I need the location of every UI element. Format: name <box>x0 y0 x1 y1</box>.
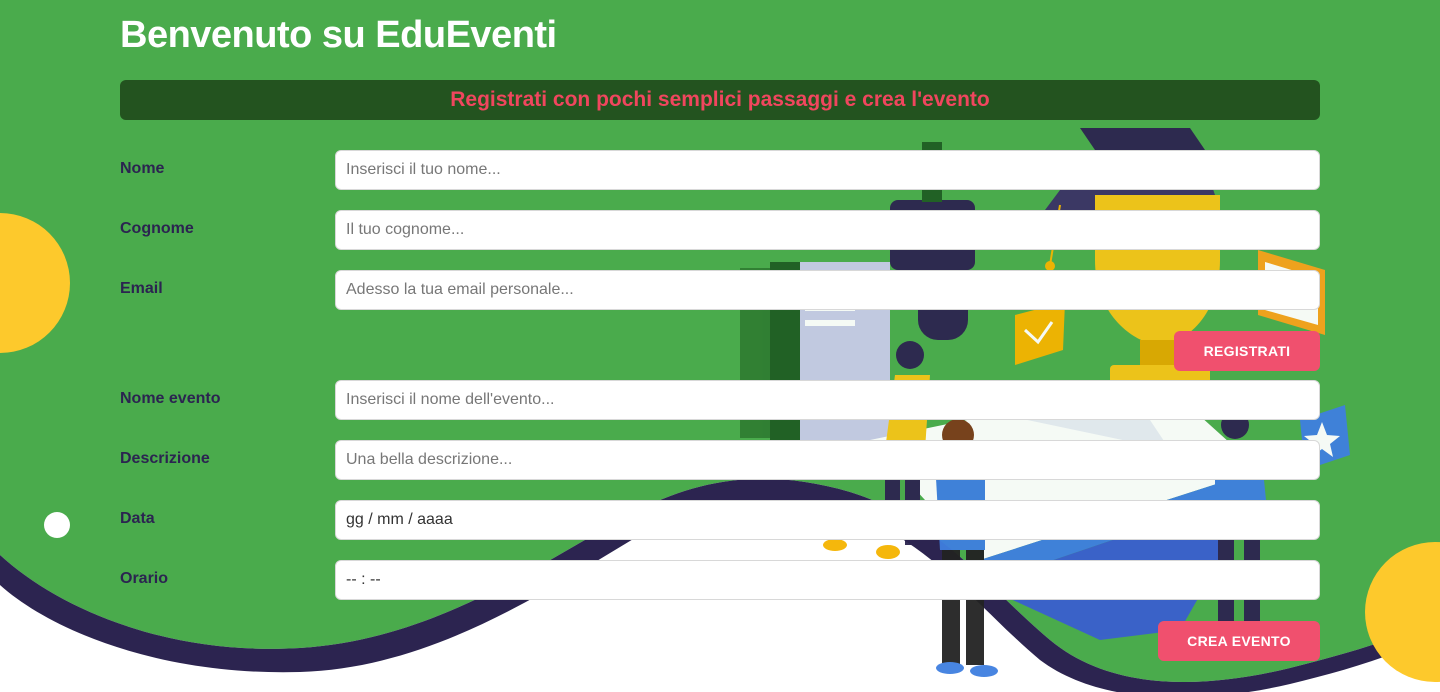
date-input[interactable] <box>335 500 1320 540</box>
instructions-banner: Registrati con pochi semplici passaggi e… <box>120 80 1320 120</box>
description-label: Descrizione <box>120 450 210 467</box>
date-label: Data <box>120 510 155 527</box>
name-input[interactable] <box>335 150 1320 190</box>
name-label: Nome <box>120 160 165 177</box>
name-row: Nome <box>120 150 1320 190</box>
page-title: Benvenuto su EduEventi <box>120 14 557 56</box>
date-row: Data <box>120 500 1320 540</box>
white-dot <box>44 512 70 538</box>
time-input[interactable] <box>335 560 1320 600</box>
register-button[interactable]: REGISTRATI <box>1174 331 1320 371</box>
email-row: Email <box>120 270 1320 310</box>
time-row: Orario <box>120 560 1320 600</box>
time-label: Orario <box>120 570 169 587</box>
email-input[interactable] <box>335 270 1320 310</box>
surname-row: Cognome <box>120 210 1320 250</box>
email-label: Email <box>120 280 163 297</box>
event-name-label: Nome evento <box>120 390 221 407</box>
surname-label: Cognome <box>120 220 194 237</box>
banner-text: Registrati con pochi semplici passaggi e… <box>450 88 990 111</box>
surname-input[interactable] <box>335 210 1320 250</box>
event-name-row: Nome evento <box>120 380 1320 420</box>
description-input[interactable] <box>335 440 1320 480</box>
create-event-button[interactable]: CREA EVENTO <box>1158 621 1320 661</box>
event-name-input[interactable] <box>335 380 1320 420</box>
description-row: Descrizione <box>120 440 1320 480</box>
